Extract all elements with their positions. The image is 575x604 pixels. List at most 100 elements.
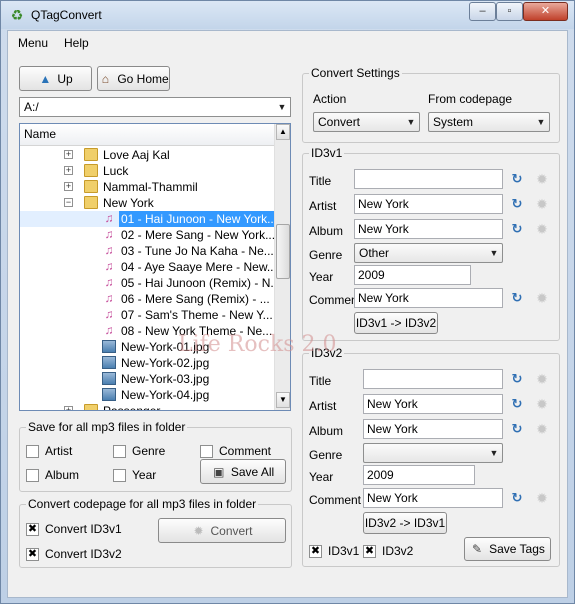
id3v1-genre-select[interactable]: Other ▼ xyxy=(354,243,503,263)
minimize-button[interactable]: – xyxy=(469,2,496,21)
id3v1-to-id3v2-button[interactable]: ID3v1 -> ID3v2 xyxy=(354,312,438,334)
convert-button[interactable]: ✹ Convert xyxy=(158,518,286,543)
tree-row[interactable]: New-York-03.jpg xyxy=(20,371,274,387)
id3v2-album-field[interactable]: New York xyxy=(363,419,503,439)
collapse-icon[interactable]: − xyxy=(64,198,73,207)
id3v2-chk-id3v2[interactable]: ✖ ID3v2 xyxy=(363,544,413,558)
gear-icon[interactable]: ✹ xyxy=(535,172,549,186)
tree-row[interactable]: + Passenger xyxy=(20,403,274,410)
id3v2-chk-id3v2-label: ID3v2 xyxy=(382,544,414,558)
refresh-icon[interactable]: ↻ xyxy=(510,397,524,411)
id3v1-year-field[interactable]: 2009 xyxy=(354,265,471,285)
up-button[interactable]: ▲ Up xyxy=(19,66,92,91)
gear-icon[interactable]: ✹ xyxy=(535,197,549,211)
gear-icon[interactable]: ✹ xyxy=(535,422,549,436)
tree-row[interactable]: ♫ 06 - Mere Sang (Remix) - ... xyxy=(20,291,274,307)
refresh-icon[interactable]: ↻ xyxy=(510,372,524,386)
id3v1-album-field[interactable]: New York xyxy=(354,219,503,239)
expand-icon[interactable]: + xyxy=(64,406,73,410)
tree-row[interactable]: ♫ 02 - Mere Sang - New York... xyxy=(20,227,276,243)
menu-item-menu[interactable]: Menu xyxy=(18,36,48,50)
tree-row-label: 04 - Aye Saaye Mere - New... xyxy=(121,260,277,274)
save-comment-checkbox[interactable]: Comment xyxy=(200,444,271,458)
checkbox-box xyxy=(113,468,126,482)
id3v1-title-field[interactable] xyxy=(354,169,503,189)
save-tags-icon: ✎ xyxy=(472,542,483,556)
expand-icon[interactable]: + xyxy=(64,150,73,159)
scroll-down-icon[interactable]: ▼ xyxy=(276,392,290,408)
refresh-icon[interactable]: ↻ xyxy=(510,222,524,236)
action-select[interactable]: Convert ▼ xyxy=(313,112,420,132)
music-file-icon: ♫ xyxy=(104,323,114,337)
image-file-icon xyxy=(102,372,116,385)
codepage-select[interactable]: System ▼ xyxy=(428,112,550,132)
up-arrow-icon: ▲ xyxy=(39,71,52,86)
save-artist-checkbox[interactable]: Artist xyxy=(26,444,72,458)
gear-icon[interactable]: ✹ xyxy=(535,372,549,386)
id3v2-to-id3v1-label: ID3v2 -> ID3v1 xyxy=(364,516,446,530)
tree-row[interactable]: New-York-04.jpg xyxy=(20,387,274,403)
id3v1-artist-field[interactable]: New York xyxy=(354,194,503,214)
gear-icon[interactable]: ✹ xyxy=(535,397,549,411)
gear-icon[interactable]: ✹ xyxy=(535,222,549,236)
up-button-label: Up xyxy=(57,71,73,86)
tree-row[interactable]: ♫ 07 - Sam's Theme - New Y... xyxy=(20,307,274,323)
tree-row-label: New York xyxy=(103,196,154,210)
refresh-icon[interactable]: ↻ xyxy=(510,197,524,211)
maximize-button[interactable]: ▫ xyxy=(496,2,523,21)
tree-row[interactable]: + Nammal-Thammil xyxy=(20,179,274,195)
menu-item-help[interactable]: Help xyxy=(64,36,89,50)
refresh-icon[interactable]: ↻ xyxy=(510,291,524,305)
save-album-label: Album xyxy=(45,468,80,482)
gear-icon[interactable]: ✹ xyxy=(535,491,549,505)
scroll-up-icon[interactable]: ▲ xyxy=(276,124,290,140)
go-home-button[interactable]: ⌂ Go Home xyxy=(97,66,170,91)
path-combo[interactable]: A:/ ▼ xyxy=(19,97,291,117)
id3v2-artist-field[interactable]: New York xyxy=(363,394,503,414)
convert-id3v1-checkbox[interactable]: ✖ Convert ID3v1 xyxy=(26,522,122,536)
tree-row[interactable]: + Luck xyxy=(20,163,274,179)
tree-row[interactable]: ♫ 04 - Aye Saaye Mere - New... xyxy=(20,259,277,275)
music-file-icon: ♫ xyxy=(104,307,114,321)
tree-row[interactable]: ♫ 05 - Hai Junoon (Remix) - N... xyxy=(20,275,281,291)
id3v2-comment-field[interactable]: New York xyxy=(363,488,503,508)
refresh-icon[interactable]: ↻ xyxy=(510,172,524,186)
tree-row[interactable]: ♫ 03 - Tune Jo Na Kaha - Ne... xyxy=(20,243,274,259)
file-tree[interactable]: Name + Love Aaj Kal + Luck + Nammal-Thammil − N… xyxy=(19,123,291,411)
convert-id3v2-checkbox[interactable]: ✖ Convert ID3v2 xyxy=(26,547,122,561)
tree-row[interactable]: + Love Aaj Kal xyxy=(20,147,274,163)
image-file-icon xyxy=(102,356,116,369)
gear-icon[interactable]: ✹ xyxy=(535,291,549,305)
convert-settings-title: Convert Settings xyxy=(309,66,402,80)
expand-icon[interactable]: + xyxy=(64,182,73,191)
tree-row-label: New-York-04.jpg xyxy=(121,388,210,402)
tree-row[interactable]: ♫ 01 - Hai Junoon - New York... xyxy=(20,211,280,227)
tree-scrollbar[interactable]: ▲ ▼ xyxy=(274,124,290,410)
tree-row[interactable]: − New York xyxy=(20,195,274,211)
id3v2-chk-id3v1[interactable]: ✖ ID3v1 xyxy=(309,544,359,558)
save-year-checkbox[interactable]: Year xyxy=(113,468,156,482)
id3v2-to-id3v1-button[interactable]: ID3v2 -> ID3v1 xyxy=(363,512,447,534)
save-tags-button[interactable]: ✎ Save Tags xyxy=(464,537,551,561)
tree-row-label: New-York-03.jpg xyxy=(121,372,210,386)
music-file-icon: ♫ xyxy=(104,291,114,305)
refresh-icon[interactable]: ↻ xyxy=(510,422,524,436)
tree-header-name[interactable]: Name xyxy=(20,124,274,146)
save-album-checkbox[interactable]: Album xyxy=(26,468,79,482)
expand-icon[interactable]: + xyxy=(64,166,73,175)
id3v1-artist-label: Artist xyxy=(309,199,337,213)
id3v2-title-field[interactable] xyxy=(363,369,503,389)
tree-row[interactable]: New-York-02.jpg xyxy=(20,355,274,371)
id3v1-comment-field[interactable]: New York xyxy=(354,288,503,308)
close-button[interactable]: ✕ xyxy=(523,2,568,21)
id3v1-genre-label: Genre xyxy=(309,248,343,262)
id3v2-year-field[interactable]: 2009 xyxy=(363,465,475,485)
save-genre-checkbox[interactable]: Genre xyxy=(113,444,165,458)
id3v2-album-label: Album xyxy=(309,424,344,438)
scroll-thumb[interactable] xyxy=(276,224,290,279)
id3v2-genre-select[interactable]: ▼ xyxy=(363,443,503,463)
refresh-icon[interactable]: ↻ xyxy=(510,491,524,505)
save-all-button[interactable]: ▣ Save All xyxy=(200,459,286,484)
music-file-icon: ♫ xyxy=(104,227,114,241)
tree-row-label: Luck xyxy=(103,164,129,178)
